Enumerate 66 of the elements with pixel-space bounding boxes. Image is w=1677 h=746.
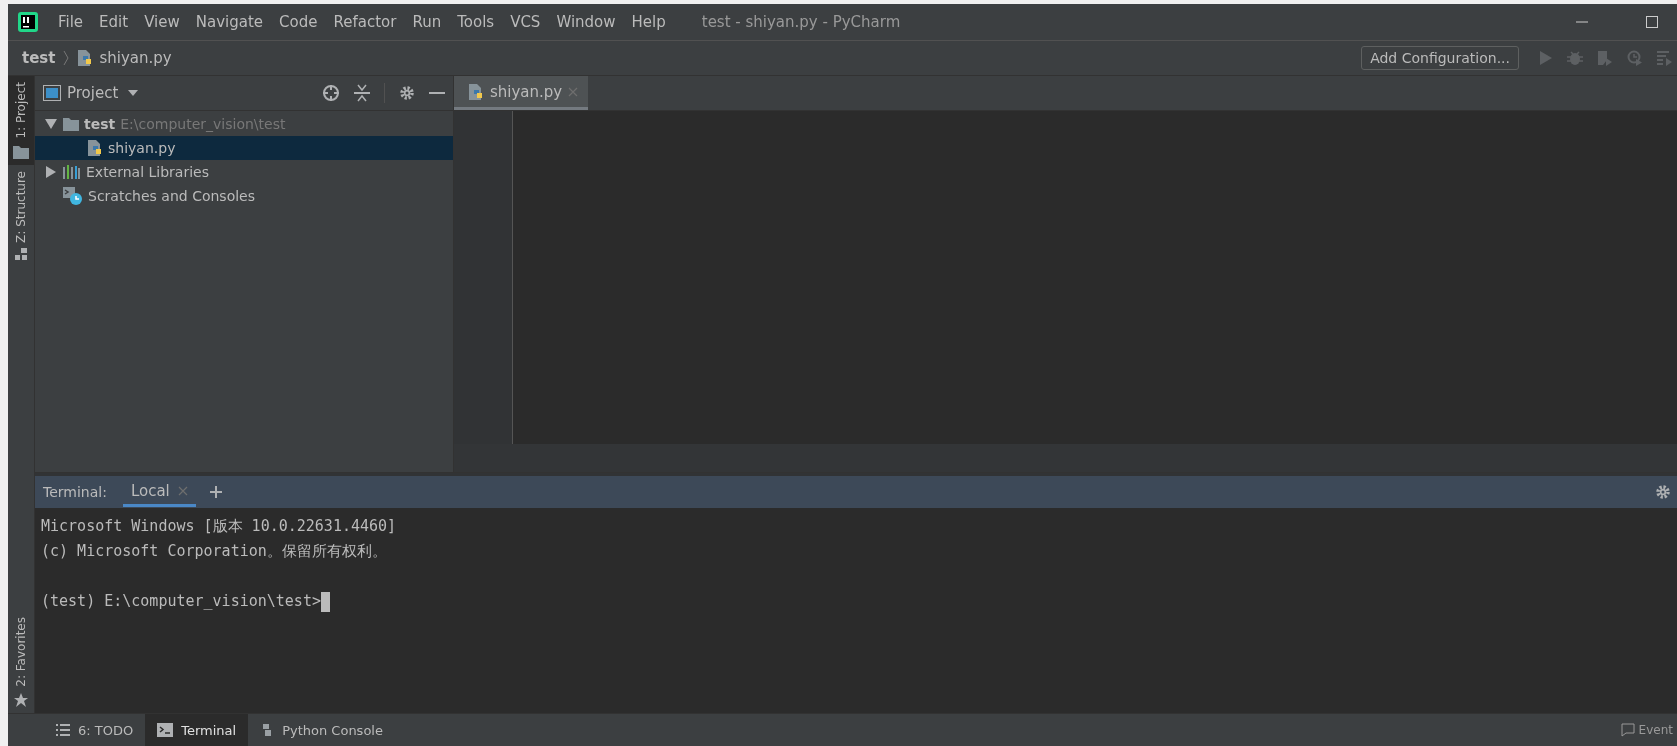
python-file-icon (87, 140, 103, 156)
locate-icon[interactable] (322, 84, 340, 102)
terminal-line: (c) Microsoft Corporation。保留所有权利。 (41, 541, 387, 562)
collapse-icon[interactable] (354, 84, 370, 102)
python-file-icon (468, 83, 484, 100)
add-configuration-button[interactable]: Add Configuration... (1361, 46, 1519, 70)
structure-icon (15, 248, 27, 261)
run-lines-icon[interactable] (1657, 50, 1673, 66)
app-logo-icon (18, 12, 38, 32)
editor-tab[interactable]: shiyan.py (454, 76, 589, 110)
side-tab[interactable]: 1: Project (8, 76, 34, 165)
bug-icon[interactable] (1567, 50, 1583, 66)
event-log-button[interactable]: Event (1620, 723, 1673, 737)
maximize-button[interactable] (1645, 15, 1659, 29)
profile-icon[interactable] (1627, 50, 1643, 66)
side-tab[interactable]: 2: Favorites (8, 611, 34, 713)
library-icon (63, 165, 81, 179)
console-clock-icon (63, 187, 83, 205)
tree-item[interactable]: test E:\computer_vision\test (35, 112, 453, 136)
add-icon[interactable] (209, 486, 222, 498)
settings-icon[interactable] (1655, 484, 1671, 500)
tree-item[interactable]: External Libraries (35, 160, 453, 184)
terminal-line: Microsoft Windows [版本 10.0.22631.4460] (41, 516, 397, 537)
expanded-arrow-icon (45, 119, 57, 129)
terminal-label: Terminal: (43, 484, 107, 500)
menu-item[interactable]: File (50, 13, 92, 31)
list-icon (56, 724, 70, 736)
menu-item[interactable]: Run (404, 13, 450, 31)
breadcrumb-item[interactable]: shiyan.py (99, 49, 172, 67)
caret-icon (128, 90, 139, 96)
run-icon[interactable] (1539, 50, 1553, 66)
star-icon (14, 693, 28, 707)
menu-item[interactable]: Window (548, 13, 624, 31)
collapsed-arrow-icon (46, 166, 56, 178)
settings-icon[interactable] (399, 85, 415, 101)
menu-item[interactable]: VCS (502, 13, 549, 31)
speech-bubble-icon (1620, 723, 1635, 737)
menu-item[interactable]: Code (271, 13, 326, 31)
tool-window-tab[interactable]: Python Console (248, 714, 395, 746)
tool-window-tab[interactable]: 6: TODO (44, 714, 146, 746)
menu-item[interactable]: Refactor (325, 13, 405, 31)
python-file-icon (77, 50, 94, 66)
menu-item[interactable]: Help (623, 13, 674, 31)
close-icon[interactable] (568, 86, 579, 97)
window-title: test - shiyan.py - PyCharm (700, 13, 902, 31)
menu-item[interactable]: Tools (449, 13, 503, 31)
tree-item[interactable]: Scratches and Consoles (35, 184, 453, 208)
side-tab[interactable]: Z: Structure (8, 164, 34, 267)
chevron-icon (63, 50, 70, 66)
folder-icon (13, 144, 29, 159)
session-tab[interactable]: Local (122, 477, 196, 507)
tool-window-tab[interactable]: Terminal (145, 714, 249, 746)
panel-title-dropdown[interactable]: Project (43, 84, 139, 102)
terminal-line: (test) E:\computer_vision\test> (41, 591, 321, 612)
menu-item[interactable]: View (136, 13, 188, 31)
cursor-icon (320, 591, 330, 612)
coverage-icon[interactable] (1597, 50, 1613, 66)
path-text: E:\computer_vision\test (120, 116, 286, 132)
close-icon[interactable] (177, 485, 188, 496)
menu-item[interactable]: Edit (91, 13, 137, 31)
folder-icon (63, 117, 79, 131)
tree-item[interactable]: shiyan.py (35, 136, 453, 160)
breadcrumb-item[interactable]: test (22, 49, 56, 67)
terminal-icon (157, 723, 174, 737)
window-icon (43, 85, 61, 101)
menu-item[interactable]: Navigate (187, 13, 272, 31)
